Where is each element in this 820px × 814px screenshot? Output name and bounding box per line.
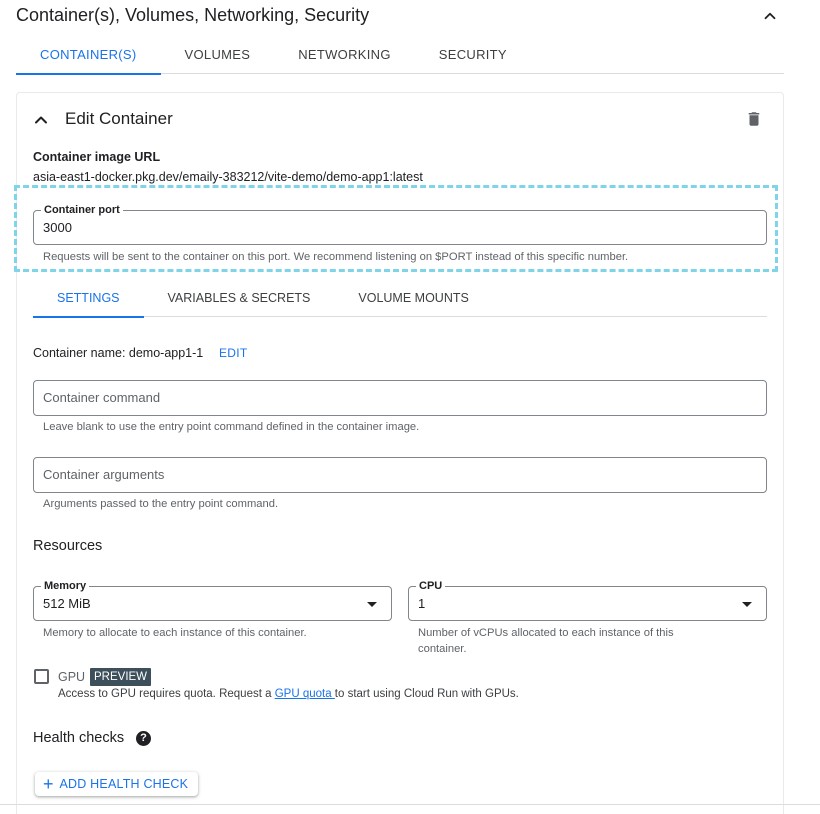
container-arguments-placeholder: Container arguments bbox=[43, 467, 165, 482]
container-arguments-hint: Arguments passed to the entry point comm… bbox=[43, 498, 279, 510]
tab-volumes[interactable]: VOLUMES bbox=[161, 38, 275, 74]
help-icon[interactable]: ? bbox=[136, 731, 151, 746]
container-command-input[interactable]: Container command bbox=[33, 380, 767, 416]
bottom-divider bbox=[0, 804, 820, 805]
cpu-hint: Number of vCPUs allocated to each instan… bbox=[418, 627, 674, 655]
add-health-check-label: ADD HEALTH CHECK bbox=[59, 777, 189, 791]
memory-select[interactable]: Memory 512 MiB bbox=[33, 579, 392, 621]
section-title: Container(s), Volumes, Networking, Secur… bbox=[16, 5, 370, 25]
container-sub-tabs: SETTINGS VARIABLES & SECRETS VOLUME MOUN… bbox=[33, 281, 767, 318]
chevron-up-icon[interactable] bbox=[758, 4, 782, 28]
container-port-value: 3000 bbox=[43, 220, 72, 235]
image-url-label: Container image URL bbox=[33, 150, 161, 164]
gpu-hint: Access to GPU requires quota. Request a … bbox=[58, 688, 519, 700]
tab-containers[interactable]: CONTAINER(S) bbox=[16, 38, 161, 75]
gpu-hint-text: Access to GPU requires quota. Request a bbox=[58, 688, 275, 700]
edit-container-header: Edit Container bbox=[33, 108, 773, 132]
container-port-field[interactable]: Container port 3000 bbox=[33, 203, 767, 245]
gpu-checkbox[interactable] bbox=[34, 669, 49, 684]
image-url-value: asia-east1-docker.pkg.dev/emaily-383212/… bbox=[33, 170, 423, 184]
add-health-check-button[interactable]: + ADD HEALTH CHECK bbox=[35, 772, 199, 796]
resources-heading: Resources bbox=[33, 538, 103, 554]
memory-value: 512 MiB bbox=[43, 596, 91, 611]
cpu-select[interactable]: CPU 1 bbox=[408, 579, 767, 621]
health-checks-heading: Health checks bbox=[33, 730, 125, 746]
top-tabs: CONTAINER(S) VOLUMES NETWORKING SECURITY bbox=[16, 38, 784, 75]
cpu-value: 1 bbox=[418, 596, 426, 611]
gpu-label: GPU bbox=[58, 670, 86, 684]
edit-name-button[interactable]: EDIT bbox=[219, 346, 248, 360]
section-header: Container(s), Volumes, Networking, Secur… bbox=[16, 4, 786, 28]
container-command-hint: Leave blank to use the entry point comma… bbox=[43, 421, 420, 433]
tab-networking[interactable]: NETWORKING bbox=[274, 38, 415, 74]
delete-icon[interactable] bbox=[745, 110, 765, 130]
tab-volume-mounts[interactable]: VOLUME MOUNTS bbox=[334, 281, 492, 317]
container-command-placeholder: Container command bbox=[43, 390, 161, 405]
gpu-hint-text-end: to start using Cloud Run with GPUs. bbox=[334, 688, 519, 700]
cpu-label: CPU bbox=[416, 579, 446, 593]
memory-hint: Memory to allocate to each instance of t… bbox=[43, 627, 307, 639]
tab-settings[interactable]: SETTINGS bbox=[33, 281, 144, 318]
dropdown-arrow-icon bbox=[367, 602, 377, 607]
edit-container-title: Edit Container bbox=[65, 109, 173, 128]
preview-badge: PREVIEW bbox=[90, 668, 152, 686]
plus-icon: + bbox=[43, 774, 54, 794]
memory-label: Memory bbox=[41, 579, 90, 593]
tab-variables-secrets[interactable]: VARIABLES & SECRETS bbox=[144, 281, 335, 317]
container-name: Container name: demo-app1-1 bbox=[33, 346, 204, 360]
dropdown-arrow-icon bbox=[742, 602, 752, 607]
gpu-quota-link[interactable]: GPU quota bbox=[275, 688, 335, 700]
container-port-label: Container port bbox=[41, 203, 123, 217]
container-arguments-input[interactable]: Container arguments bbox=[33, 457, 767, 493]
tab-security[interactable]: SECURITY bbox=[415, 38, 531, 74]
container-port-hint: Requests will be sent to the container o… bbox=[43, 251, 629, 263]
collapse-chevron-icon[interactable] bbox=[31, 110, 51, 130]
